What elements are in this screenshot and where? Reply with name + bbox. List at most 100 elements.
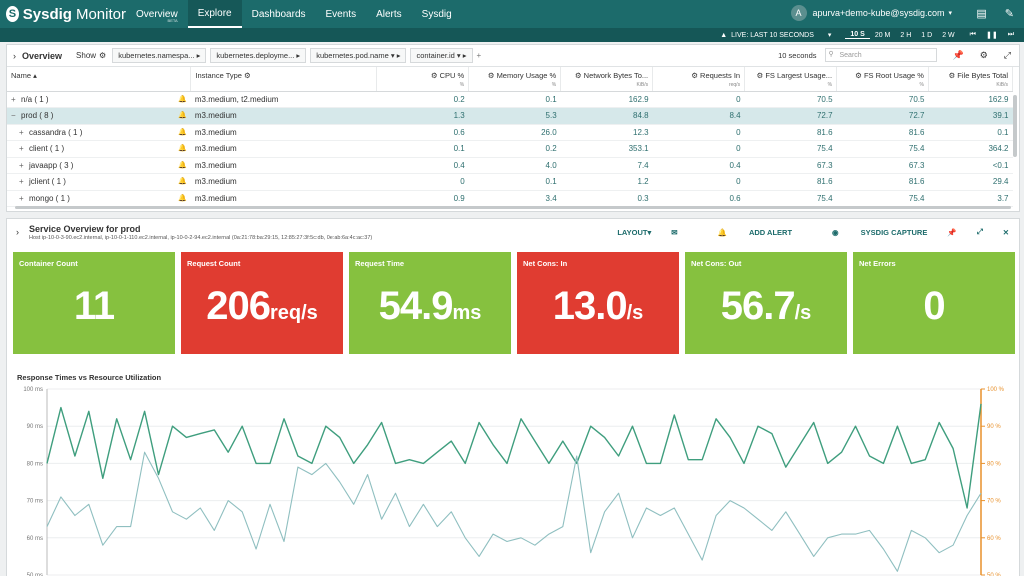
y-left-tick-label: 70 ms xyxy=(27,499,43,505)
live-label[interactable]: LIVE: LAST 10 SECONDS xyxy=(731,32,814,39)
table-row[interactable]: + jclient ( 1 ) 🔔 m3.medium 0 0.1 1.2 0 81.6 81.6… xyxy=(7,173,1013,191)
table-row[interactable]: + cassandra ( 1 ) 🔔 m3.medium 0.6 26.0 12.3 0 81… xyxy=(7,124,1013,141)
bell-icon[interactable]: 🔔 xyxy=(178,177,187,185)
metric-tile[interactable]: Net Cons: In 13.0/s xyxy=(517,252,679,354)
user-menu[interactable]: A apurva+demo-kube@sysdig.com ▾ xyxy=(790,5,952,21)
nav-dashboards[interactable]: Dashboards xyxy=(242,0,316,28)
nav-overview[interactable]: Overview BETA xyxy=(126,0,188,28)
row-requests: 0 xyxy=(652,173,745,191)
col-instance-type[interactable]: Instance Type ⚙ xyxy=(190,67,378,92)
row-name[interactable]: + client ( 1 ) 🔔 xyxy=(7,140,191,158)
row-cpu: 0.4 xyxy=(376,157,469,174)
chevron-right-icon[interactable]: › xyxy=(13,51,16,61)
sysdig-capture-button[interactable]: ◉ SYSDIG CAPTURE xyxy=(812,228,927,237)
grouping-chip[interactable]: kubernetes.deployme... ▸ xyxy=(210,48,307,63)
bell-icon[interactable]: 🔔 xyxy=(178,161,187,169)
col-requests[interactable]: ⚙ Requests In req/s xyxy=(652,67,746,92)
layout-button[interactable]: LAYOUT▾ xyxy=(597,228,651,237)
nav-alerts[interactable]: Alerts xyxy=(366,0,412,28)
row-name[interactable]: − prod ( 8 ) 🔔 xyxy=(7,107,191,125)
tile-label: Container Count xyxy=(19,259,78,268)
y-left-tick-label: 90 ms xyxy=(27,424,43,430)
expand-toggle-icon[interactable]: + xyxy=(19,194,29,203)
tile-number: 11 xyxy=(73,284,115,328)
search-icon: ⚲ xyxy=(828,51,834,58)
expand-toggle-icon[interactable]: + xyxy=(19,177,29,186)
col-fs-root[interactable]: ⚙ FS Root Usage %% xyxy=(836,67,929,92)
expand-icon[interactable]: ⤢ xyxy=(1004,50,1011,61)
table-row[interactable]: − prod ( 8 ) 🔔 m3.medium 1.3 5.3 84.8 8.4 72.7 72… xyxy=(7,107,1013,125)
add-grouping-button[interactable]: + xyxy=(477,51,482,60)
table-row[interactable]: + n/a ( 1 ) 🔔 m3.medium, t2.medium 0.2 0.1 162… xyxy=(7,91,1013,108)
grouping-chip[interactable]: kubernetes.pod.name ▾ ▸ xyxy=(310,48,407,63)
metric-tile[interactable]: Request Count 206req/s xyxy=(181,252,343,354)
row-name[interactable]: + mongo ( 1 ) 🔔 xyxy=(7,190,191,207)
bell-icon[interactable]: 🔔 xyxy=(178,128,187,136)
skip-forward-icon[interactable]: ⏭ xyxy=(1008,31,1014,39)
bell-icon[interactable]: 🔔 xyxy=(178,111,187,119)
expand-toggle-icon[interactable]: + xyxy=(19,128,29,137)
range-2w[interactable]: 2 W xyxy=(937,32,959,39)
vertical-scrollbar[interactable] xyxy=(1013,95,1017,157)
settings-icon[interactable]: ⚙ xyxy=(980,50,988,61)
range-10s[interactable]: 10 S xyxy=(845,31,870,39)
chevron-down-icon: ▾ xyxy=(827,32,832,39)
docs-icon[interactable]: ▤ xyxy=(976,7,986,20)
expand-toggle-icon[interactable]: + xyxy=(11,95,21,104)
pin-icon[interactable]: 📌 xyxy=(947,228,956,237)
expand-toggle-icon[interactable]: − xyxy=(11,111,21,120)
chevron-down-icon: ▾ xyxy=(948,10,952,17)
col-file-bytes[interactable]: ⚙ File Bytes Total KiB/s xyxy=(928,67,1014,92)
metric-tile[interactable]: Container Count 11 xyxy=(13,252,175,354)
col-name[interactable]: Name ▴ xyxy=(7,67,192,92)
notification-icon[interactable]: ✎ xyxy=(1005,7,1014,20)
table-row[interactable]: + mongo ( 1 ) 🔔 m3.medium 0.9 3.4 0.3 0.6 75.4 75… xyxy=(7,190,1013,207)
nav-sysdig[interactable]: Sysdig xyxy=(412,0,462,28)
horizontal-scrollbar[interactable] xyxy=(15,206,1011,209)
row-name[interactable]: + cassandra ( 1 ) 🔔 xyxy=(7,124,191,141)
row-name[interactable]: + javaapp ( 3 ) 🔔 xyxy=(7,157,191,174)
add-alert-button[interactable]: 🔔 ADD ALERT xyxy=(698,228,793,237)
series-line-response[interactable] xyxy=(46,403,982,509)
expand-icon[interactable]: ⤢ xyxy=(977,227,983,237)
grouping-chip[interactable]: container.id ▾ ▸ xyxy=(410,48,473,63)
range-2h[interactable]: 2 H xyxy=(895,32,916,39)
row-name[interactable]: + jclient ( 1 ) 🔔 xyxy=(7,173,191,191)
bell-icon[interactable]: 🔔 xyxy=(178,194,187,202)
row-instance-type: m3.medium xyxy=(190,140,377,158)
col-cpu[interactable]: ⚙ CPU %% xyxy=(376,67,470,92)
expand-toggle-icon[interactable]: + xyxy=(19,161,29,170)
table-row[interactable]: + javaapp ( 3 ) 🔔 m3.medium 0.4 4.0 7.4 0.4 67.3… xyxy=(7,157,1013,174)
row-name[interactable]: + n/a ( 1 ) 🔔 xyxy=(7,91,191,108)
nav-events[interactable]: Events xyxy=(316,0,367,28)
gear-icon[interactable]: ⚙ xyxy=(99,51,106,60)
range-1d[interactable]: 1 D xyxy=(916,32,937,39)
app-logo[interactable]: S Sysdig Monitor xyxy=(0,6,126,23)
comment-icon[interactable]: ✉ xyxy=(671,228,677,237)
pin-icon[interactable]: 📌 xyxy=(953,50,964,61)
metric-tile[interactable]: Request Time 54.9ms xyxy=(349,252,511,354)
search-input[interactable]: ⚲ Search xyxy=(824,48,937,62)
col-fs-largest[interactable]: ⚙ FS Largest Usage...% xyxy=(744,67,838,92)
expand-toggle-icon[interactable]: + xyxy=(19,144,29,153)
col-memory[interactable]: ⚙ Memory Usage %% xyxy=(468,67,562,92)
chevron-right-icon[interactable]: › xyxy=(16,227,19,237)
series-line-utilization[interactable] xyxy=(46,451,982,572)
nav-label: Sysdig xyxy=(421,8,452,20)
tile-value: 54.9ms xyxy=(349,284,511,329)
metric-tile[interactable]: Net Cons: Out 56.7/s xyxy=(685,252,847,354)
nav-explore[interactable]: Explore xyxy=(187,0,242,28)
table-row[interactable]: + client ( 1 ) 🔔 m3.medium 0.1 0.2 353.1 0 75.4 7… xyxy=(7,140,1013,158)
row-network: 84.8 xyxy=(560,107,653,125)
tile-value: 0 xyxy=(853,284,1015,329)
col-network[interactable]: ⚙ Network Bytes To... KiB/s xyxy=(560,67,654,92)
range-20m[interactable]: 20 M xyxy=(870,32,896,39)
metric-tile[interactable]: Net Errors 0 xyxy=(853,252,1015,354)
grouping-chip[interactable]: kubernetes.namespa... ▸ xyxy=(112,48,207,63)
bell-icon[interactable]: 🔔 xyxy=(178,144,187,152)
bell-icon[interactable]: 🔔 xyxy=(178,95,187,103)
skip-back-icon[interactable]: ⏮ xyxy=(970,31,976,39)
pause-icon[interactable]: ❚❚ xyxy=(986,31,998,39)
logo-text: Sysdig xyxy=(22,5,72,23)
close-icon[interactable]: ✕ xyxy=(1003,228,1009,237)
